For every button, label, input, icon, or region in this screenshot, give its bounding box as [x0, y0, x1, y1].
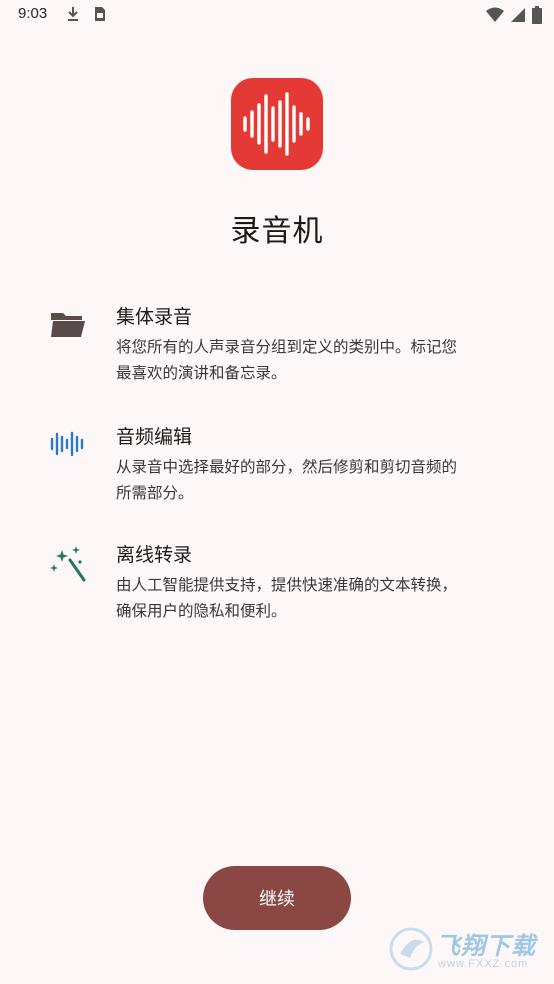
wifi-icon: [486, 7, 504, 27]
status-bar: 9:03: [0, 0, 554, 30]
feature-title: 音频编辑: [116, 426, 193, 448]
feature-offline-transcription: 离线转录 由人工智能提供支持，提供快速准确的文本转换， 确保用户的隐私和便利。: [0, 538, 554, 638]
feature-description: 从录音中选择最好的部分，然后修剪和剪切音频的 所需部分。: [116, 458, 458, 502]
waveform-icon: [243, 92, 310, 156]
watermark-text: 飞翔下载: [436, 932, 536, 960]
magic-wand-icon: [48, 544, 88, 584]
signal-icon: [510, 7, 526, 27]
folder-icon: [48, 304, 88, 344]
watermark-logo-icon: [389, 927, 433, 971]
feature-description: 由人工智能提供支持，提供快速准确的文本转换， 确保用户的隐私和便利。: [116, 576, 458, 620]
sim-card-icon: [94, 6, 106, 26]
app-title: 录音机: [230, 214, 324, 249]
feature-description: 将您所有的人声录音分组到定义的类别中。标记您 最喜欢的演讲和备忘录。: [116, 338, 458, 382]
battery-icon: [532, 6, 542, 28]
audio-edit-icon: [48, 424, 88, 464]
continue-button[interactable]: 继续: [203, 866, 351, 930]
feature-title: 集体录音: [116, 306, 193, 328]
status-time: 9:03: [18, 5, 48, 22]
feature-title: 离线转录: [116, 544, 193, 566]
app-icon: [231, 78, 323, 170]
watermark: 飞翔下载 www.FXXZ.com: [388, 922, 548, 978]
feature-group-recording: 集体录音 将您所有的人声录音分组到定义的类别中。标记您 最喜欢的演讲和备忘录。: [0, 300, 554, 400]
watermark-url: www.FXXZ.com: [438, 958, 529, 970]
download-icon: [66, 6, 80, 26]
feature-audio-edit: 音频编辑 从录音中选择最好的部分，然后修剪和剪切音频的 所需部分。: [0, 420, 554, 520]
